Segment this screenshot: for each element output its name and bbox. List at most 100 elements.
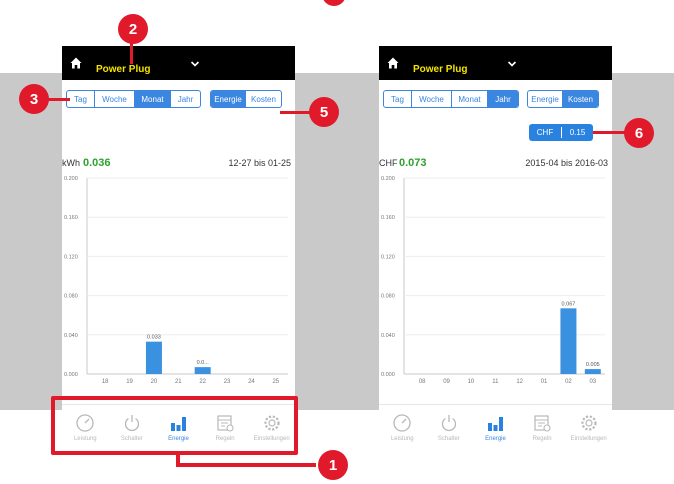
total-value: 0.036 (83, 157, 111, 169)
bar (194, 367, 211, 374)
x-tick-label: 10 (468, 379, 475, 385)
x-tick-label: 24 (248, 379, 255, 385)
total-value: 0.073 (399, 157, 427, 169)
total-unit: kWh (62, 158, 80, 168)
x-tick-label: 12 (516, 379, 523, 385)
y-tick-label: 0.120 (64, 254, 78, 260)
y-tick-label: 0.040 (64, 333, 78, 339)
x-tick-label: 09 (443, 379, 450, 385)
cost-bar-chart: 0.000 0.040 0.080 0.120 0.160 0.200 08 09 10 11 12… (381, 176, 605, 385)
x-tick-label: 18 (102, 379, 109, 385)
x-tick-label: 21 (175, 379, 182, 385)
device-name[interactable]: Power Plug (413, 64, 467, 75)
date-range: 2015-04 bis 2016-03 (525, 158, 608, 168)
tab-tag[interactable]: Tag (384, 91, 412, 107)
phone-screen-cost: Power Plug Tag Woche Monat Jahr Energie … (379, 46, 612, 452)
callout-line-6 (593, 131, 627, 134)
bar (145, 341, 162, 374)
tab-woche[interactable]: Woche (95, 91, 135, 107)
callout-badge-6: 6 (624, 118, 654, 148)
callout-badge-2: 2 (118, 14, 148, 44)
tab-schalter[interactable]: Schalter (426, 405, 473, 452)
tab-label: Energie (485, 436, 506, 442)
summary-row: kWh 0.036 12-27 bis 01-25 (62, 152, 295, 169)
power-icon (441, 415, 457, 432)
x-tick-label: 02 (565, 379, 572, 385)
mode-selector: Energie Kosten (527, 90, 599, 108)
x-tick-label: 25 (272, 379, 279, 385)
tab-label: Leistung (390, 436, 414, 442)
tab-kosten[interactable]: Kosten (563, 91, 598, 107)
bar-chart-icon (488, 417, 504, 431)
bar-value-label: 0.033 (147, 335, 161, 341)
callout-badge-5: 5 (309, 97, 339, 127)
y-tick-label: 0.160 (381, 215, 395, 221)
energy-bar-chart: 0.000 0.040 0.080 0.120 0.160 0.200 18 19 0.033 2… (64, 176, 288, 385)
home-icon[interactable] (70, 57, 82, 69)
highlight-tabbar (51, 396, 298, 455)
gauge-icon (393, 414, 411, 432)
date-range: 12-27 bis 01-25 (228, 158, 291, 168)
y-tick-label: 0.200 (381, 176, 395, 182)
gear-icon (581, 415, 597, 431)
y-tick-label: 0.160 (64, 215, 78, 221)
callout-line-1b (176, 463, 316, 467)
tab-energie-nav[interactable]: Energie (472, 405, 519, 452)
chevron-down-icon[interactable] (507, 59, 517, 69)
tab-monat[interactable]: Monat (135, 91, 171, 107)
y-tick-label: 0.200 (64, 176, 78, 182)
callout-line-3 (46, 98, 70, 101)
mode-selector: Energie Kosten (210, 90, 282, 108)
tab-tag[interactable]: Tag (67, 91, 95, 107)
tab-energie[interactable]: Energie (528, 91, 563, 107)
x-tick-label: 19 (126, 379, 133, 385)
summary-row: CHF 0.073 2015-04 bis 2016-03 (379, 152, 612, 169)
x-tick-label: 08 (419, 379, 426, 385)
bar (560, 308, 577, 374)
tab-einstellungen[interactable]: Einstellungen (565, 405, 612, 452)
callout-badge-3: 3 (19, 84, 49, 114)
bar-value-label: 0.005 (586, 362, 600, 368)
tab-label: Einstellungen (570, 436, 607, 442)
tab-jahr[interactable]: Jahr (171, 91, 200, 107)
tariff-button[interactable]: CHF 0.15 (529, 124, 593, 141)
x-tick-label: 03 (589, 379, 596, 385)
bottom-tab-bar: Leistung Schalter Energie Regeln Einstel… (379, 404, 612, 452)
x-tick-label: 01 (541, 379, 548, 385)
chevron-down-icon[interactable] (190, 59, 200, 69)
bar (584, 369, 601, 374)
callout-badge-1: 1 (318, 450, 348, 480)
tab-label: Schalter (437, 436, 460, 442)
tab-energie[interactable]: Energie (211, 91, 246, 107)
top-bar: Power Plug (62, 46, 295, 80)
period-selector: Tag Woche Monat Jahr (383, 90, 519, 108)
callout-badge-partial (323, 0, 345, 6)
top-bar: Power Plug (379, 46, 612, 80)
tab-monat[interactable]: Monat (452, 91, 488, 107)
tab-leistung[interactable]: Leistung (379, 405, 426, 452)
y-tick-label: 0.080 (64, 294, 78, 300)
x-tick-label: 23 (224, 379, 231, 385)
tab-kosten[interactable]: Kosten (246, 91, 281, 107)
period-selector: Tag Woche Monat Jahr (66, 90, 201, 108)
y-tick-label: 0.040 (381, 333, 395, 339)
bar-value-label: 0.067 (562, 301, 576, 307)
device-name[interactable]: Power Plug (96, 64, 150, 75)
y-tick-label: 0.000 (381, 372, 395, 378)
y-tick-label: 0.120 (381, 254, 395, 260)
tab-woche[interactable]: Woche (412, 91, 452, 107)
home-icon[interactable] (387, 57, 399, 69)
calendar-icon (534, 415, 551, 432)
x-tick-label: 22 (199, 379, 206, 385)
tab-regeln[interactable]: Regeln (519, 405, 566, 452)
y-tick-label: 0.000 (64, 372, 78, 378)
tab-jahr[interactable]: Jahr (488, 91, 518, 107)
tariff-currency: CHF (536, 128, 554, 137)
x-tick-label: 20 (151, 379, 158, 385)
tab-label: Regeln (532, 436, 552, 442)
tariff-rate: 0.15 (569, 128, 586, 137)
bar-value-label: 0.0... (197, 360, 210, 366)
x-tick-label: 11 (492, 379, 499, 385)
phone-screen-energy: Power Plug Tag Woche Monat Jahr Energie … (62, 46, 295, 452)
y-tick-label: 0.080 (381, 294, 395, 300)
